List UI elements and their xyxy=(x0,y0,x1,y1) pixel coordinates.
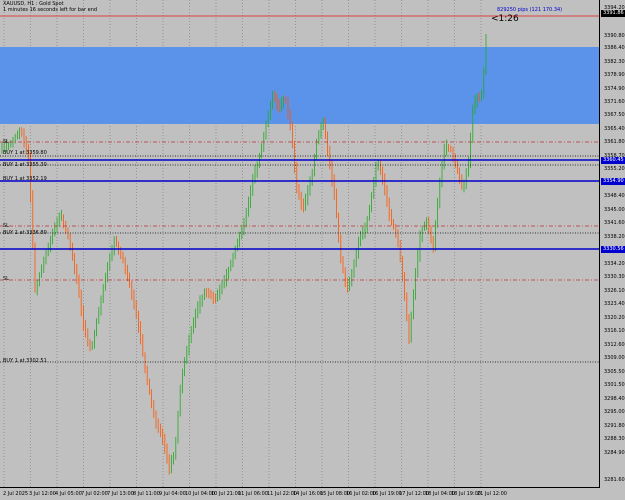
price-tick: 3309.00 xyxy=(604,355,625,361)
price-tick: 3386.40 xyxy=(604,45,625,51)
price-tick: 3288.30 xyxy=(604,436,625,442)
time-tick: 14 Jul 16:00 xyxy=(293,491,323,497)
buy-label-4: BUY 1 at 3336.80 xyxy=(3,230,47,236)
chart-window[interactable]: XAUUSD, H1 : Gold Spot 1 minutes 16 seco… xyxy=(0,0,625,500)
buy-label-3: BUY 1 at 3352.19 xyxy=(3,176,47,182)
price-tick: 3284.90 xyxy=(604,450,625,456)
time-tick: 3 Jul 12:00 xyxy=(29,491,56,497)
sl-marker-2: SL xyxy=(3,223,9,229)
price-tick: 3316.10 xyxy=(604,328,625,334)
buy-label-5: BUY 1 at 3302.51 xyxy=(3,358,47,364)
price-tick: 3301.50 xyxy=(604,382,625,388)
time-tick: 4 Jul 05:00 xyxy=(55,491,82,497)
bar-timer-text: 1 minutes 16 seconds left for bar end xyxy=(3,7,98,13)
price-tick: 3305.50 xyxy=(604,369,625,375)
price-tick: 3295.00 xyxy=(604,409,625,415)
price-tick: 3348.40 xyxy=(604,193,625,199)
level-price-label-3: 3330.56 xyxy=(601,246,625,253)
level-price-label-1: 3360.45 xyxy=(601,157,625,164)
level-price-label-2: 3354.90 xyxy=(601,178,625,185)
sl-marker-1: SL xyxy=(3,139,9,145)
price-tick: 3365.40 xyxy=(604,126,625,132)
price-tick: 3330.30 xyxy=(604,274,625,280)
price-tick: 3291.80 xyxy=(604,423,625,429)
price-tick: 3326.10 xyxy=(604,288,625,294)
current-price-label: 3391.86 xyxy=(601,10,625,17)
price-tick: 3374.90 xyxy=(604,86,625,92)
candlestick-chart[interactable] xyxy=(0,0,600,488)
price-tick: 3312.60 xyxy=(604,342,625,348)
time-tick: 9 Jul 04:00 xyxy=(159,491,186,497)
price-tick: 3382.30 xyxy=(604,59,625,65)
supply-zone-rectangle[interactable] xyxy=(0,47,600,124)
price-tick: 3338.20 xyxy=(604,234,625,240)
price-tick: 3341.60 xyxy=(604,220,625,226)
price-tick: 3334.20 xyxy=(604,261,625,267)
time-tick: 11 Jul 06:00 xyxy=(238,491,268,497)
time-tick: 16 Jul 19:00 xyxy=(372,491,402,497)
time-tick: 10 Jul 21:00 xyxy=(211,491,241,497)
price-tick: 3371.60 xyxy=(604,99,625,105)
buy-label-1: BUY 1 at 3359.80 xyxy=(3,150,47,156)
time-tick: 7 Jul 02:00 xyxy=(81,491,108,497)
price-tick: 3345.00 xyxy=(604,207,625,213)
price-tick: 3355.20 xyxy=(604,166,625,172)
price-tick: 3378.90 xyxy=(604,72,625,78)
price-tick: 3320.20 xyxy=(604,315,625,321)
price-tick: 3367.50 xyxy=(604,112,625,118)
buy-label-2: BUY 1 at 3355.30 xyxy=(3,162,47,168)
time-tick: 21 Jul 12:00 xyxy=(477,491,507,497)
time-tick: 2 Jul 2025 xyxy=(3,491,29,497)
sl-marker-3: SL xyxy=(3,276,9,282)
price-tick: 3298.40 xyxy=(604,396,625,402)
price-tick: 3390.80 xyxy=(604,33,625,39)
bar-countdown: <1:26 xyxy=(491,14,519,24)
time-tick: 7 Jul 13:00 xyxy=(107,491,134,497)
price-tick: 3361.80 xyxy=(604,139,625,145)
time-tick: 8 Jul 11:00 xyxy=(133,491,160,497)
price-tick: 3323.40 xyxy=(604,301,625,307)
price-chart-area[interactable]: XAUUSD, H1 : Gold Spot 1 minutes 16 seco… xyxy=(0,0,600,488)
price-tick: 3281.60 xyxy=(604,477,625,483)
pips-label: 829250 pips (121 170.34) xyxy=(497,7,563,13)
